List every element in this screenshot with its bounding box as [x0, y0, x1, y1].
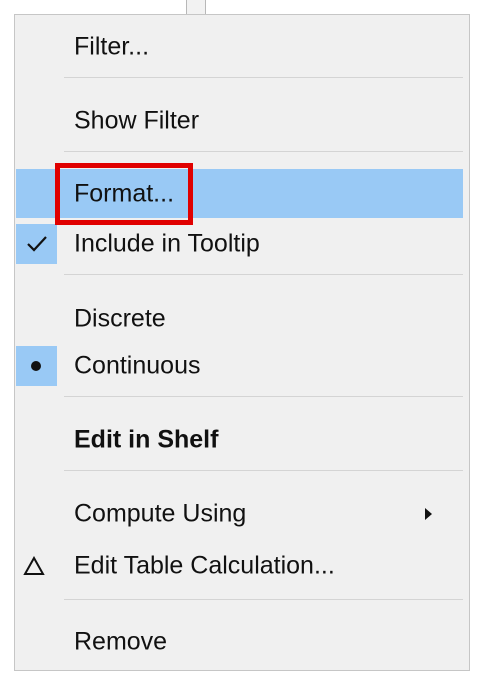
menu-item-include-in-tooltip[interactable]: Include in Tooltip	[15, 224, 469, 264]
menu-item-edit-table-calculation-label: Edit Table Calculation...	[74, 551, 335, 580]
radio-dot-icon	[31, 361, 41, 371]
menu-item-remove[interactable]: Remove	[15, 622, 469, 662]
menu-item-continuous-label: Continuous	[74, 351, 201, 380]
menu-item-edit-table-calculation[interactable]: Edit Table Calculation...	[15, 546, 469, 586]
menu-item-show-filter[interactable]: Show Filter	[15, 101, 469, 141]
menu-separator	[64, 274, 463, 275]
checkmark-indicator	[16, 224, 57, 264]
menu-separator	[64, 396, 463, 397]
menu-item-remove-label: Remove	[74, 627, 168, 656]
submenu-arrow-icon	[425, 508, 432, 520]
parent-window-edge	[186, 0, 206, 14]
menu-item-show-filter-label: Show Filter	[74, 106, 200, 135]
context-menu: Filter... Show Filter Format... Include …	[14, 14, 470, 671]
radio-indicator	[16, 346, 57, 386]
menu-item-discrete-label: Discrete	[74, 304, 166, 333]
menu-item-format-label: Format...	[74, 179, 175, 207]
menu-item-filter-label: Filter...	[74, 32, 150, 61]
menu-item-format[interactable]: Format...	[16, 169, 463, 218]
checkmark-icon	[27, 236, 47, 252]
menu-separator	[64, 77, 463, 78]
delta-icon	[23, 556, 45, 575]
menu-item-filter[interactable]: Filter...	[15, 27, 469, 67]
menu-item-discrete[interactable]: Discrete	[15, 299, 469, 339]
menu-separator	[64, 151, 463, 152]
menu-separator	[64, 470, 463, 471]
menu-item-edit-in-shelf-label: Edit in Shelf	[74, 425, 219, 454]
menu-item-compute-using[interactable]: Compute Using	[15, 494, 469, 534]
menu-item-continuous[interactable]: Continuous	[15, 346, 469, 386]
menu-item-edit-in-shelf[interactable]: Edit in Shelf	[15, 420, 469, 460]
menu-item-compute-using-label: Compute Using	[74, 499, 247, 528]
menu-separator	[64, 599, 463, 600]
menu-item-include-in-tooltip-label: Include in Tooltip	[74, 229, 260, 258]
